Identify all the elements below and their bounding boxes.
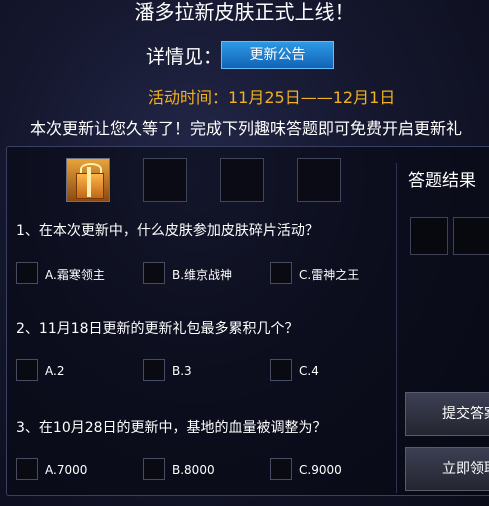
q3-option-c-label: C.9000 [299, 463, 342, 477]
question-2: 2、11月18日更新的更新礼包最多累积几个？ [16, 321, 299, 337]
q2-option-a-checkbox[interactable] [16, 359, 38, 381]
q1-option-a-label: A.霜寒领主 [45, 268, 105, 282]
claim-reward-button[interactable]: 立即领取 [405, 447, 489, 491]
q2-option-c-checkbox[interactable] [270, 359, 292, 381]
q2-option-c-label: C.4 [299, 364, 319, 378]
intro-text: 本次更新让您久等了！完成下列趣味答题即可免费开启更新礼 [30, 119, 463, 138]
q2-option-b-label: B.3 [172, 364, 192, 378]
q1-option-b-checkbox[interactable] [143, 262, 165, 284]
q1-option-c-checkbox[interactable] [270, 262, 292, 284]
q2-option-b-checkbox[interactable] [143, 359, 165, 381]
submit-answer-button[interactable]: 提交答案 [405, 392, 489, 436]
update-notice-button[interactable]: 更新公告 [221, 41, 334, 69]
details-label: 详情见： [146, 46, 223, 68]
page-title: 潘多拉新皮肤正式上线！ [134, 0, 355, 24]
q1-option-b-label: B.维京战神 [172, 268, 233, 282]
q1-option-c-label: C.雷神之王 [299, 268, 360, 282]
q3-option-a-checkbox[interactable] [16, 458, 38, 480]
reward-slot-2 [143, 158, 187, 202]
question-3: 3、在10月28日的更新中，基地的血量被调整为？ [16, 420, 327, 436]
q2-option-a-label: A.2 [45, 364, 65, 378]
activity-time: 活动时间：11月25日——12月1日 [148, 88, 396, 107]
q3-option-a-label: A.7000 [45, 463, 88, 477]
result-slot-2 [453, 217, 489, 255]
q3-option-b-label: B.8000 [172, 463, 215, 477]
q3-option-b-checkbox[interactable] [143, 458, 165, 480]
q3-option-c-checkbox[interactable] [270, 458, 292, 480]
q1-option-a-checkbox[interactable] [16, 262, 38, 284]
reward-slot-3 [220, 158, 264, 202]
result-slot-1 [410, 217, 448, 255]
result-title: 答题结果 [408, 171, 476, 191]
reward-slot-4 [297, 158, 341, 202]
question-1: 1、在本次更新中，什么皮肤参加皮肤碎片活动？ [16, 223, 319, 239]
panel-divider [396, 163, 397, 493]
reward-slot-1 [66, 158, 110, 202]
